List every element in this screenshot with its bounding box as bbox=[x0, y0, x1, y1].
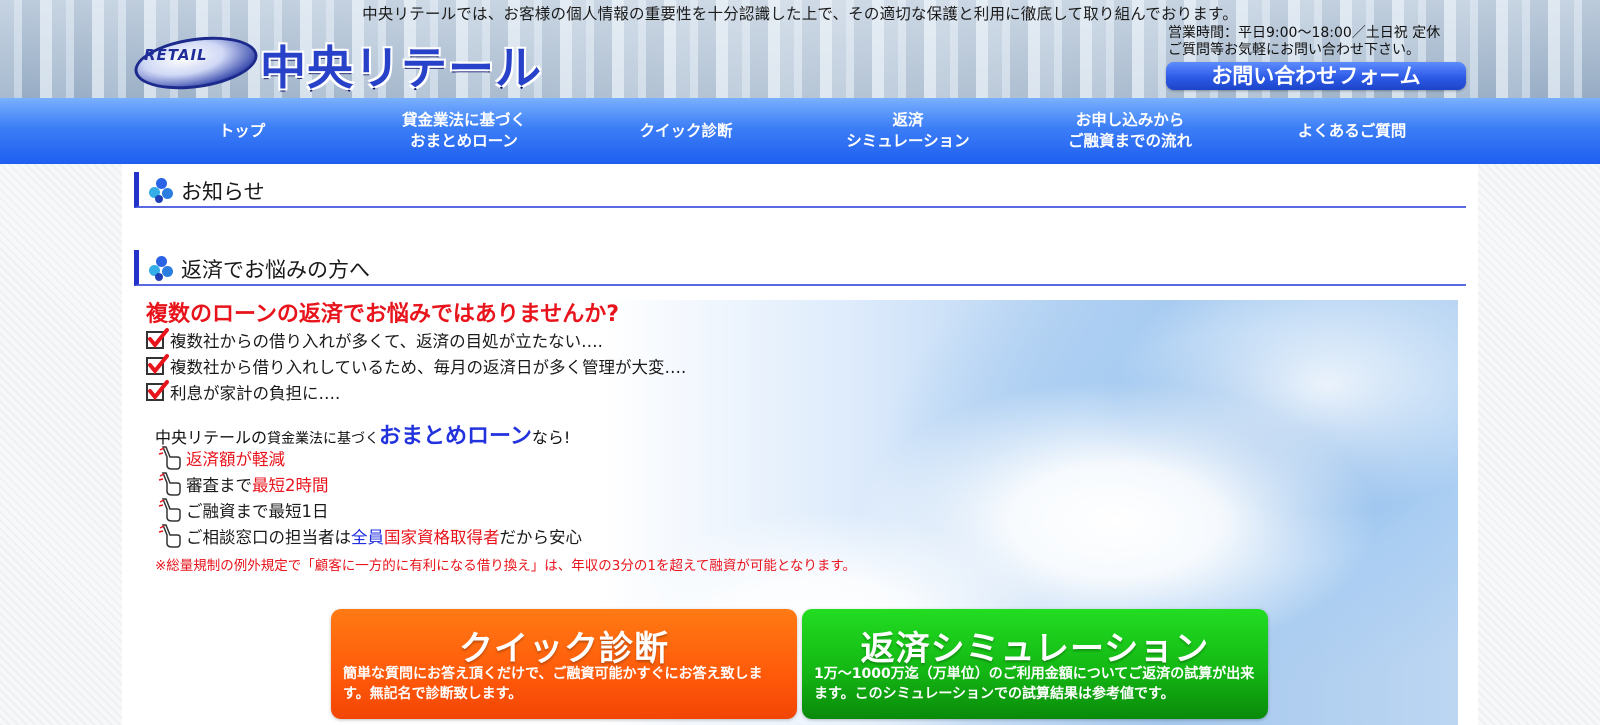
logo-name: 中央リテール bbox=[260, 41, 542, 95]
benefit-highlight-blue: 全員 bbox=[351, 528, 384, 547]
pointing-hand-icon bbox=[158, 472, 181, 496]
nav-item-faq[interactable]: よくあるご質問 bbox=[1241, 98, 1463, 164]
business-hours: 営業時間：平日9:00〜18:00／土日祝 定休 ご質問等お気軽にお問い合わせ下… bbox=[1168, 25, 1440, 59]
benefit-highlight: 最短2時間 bbox=[252, 476, 329, 495]
nav-item-repayment-simulation[interactable]: 返済 シミュレーション bbox=[797, 98, 1019, 164]
cta-title: クイック診断 bbox=[459, 629, 669, 669]
cta-description: 1万〜1000万迄（万単位）のご利用金額についてご返済の試算が出来ます。このシミ… bbox=[814, 666, 1255, 702]
nav-item-application-flow[interactable]: お申し込みから ご融資までの流れ bbox=[1019, 98, 1241, 164]
inquiry-line: ご質問等お気軽にお問い合わせ下さい。 bbox=[1168, 42, 1420, 58]
hero-question: 複数のローンの返済でお悩みではありませんか? bbox=[146, 302, 620, 327]
site-header: 中央リテールでは、お客様の個人情報の重要性を十分認識した上で、その適切な保護と利… bbox=[0, 0, 1600, 98]
check-item: 利息が家計の負担に…. bbox=[146, 380, 340, 404]
news-title: お知らせ bbox=[181, 180, 265, 204]
quick-diagnosis-button[interactable]: クイック診断 簡単な質問にお答え頂くだけで、ご融資可能かすぐにお答え致します。無… bbox=[331, 609, 797, 719]
check-text: 複数社から借り入れしているため、毎月の返済日が多く管理が大変…. bbox=[170, 358, 687, 377]
benefit-highlight-red: 国家資格取得者 bbox=[384, 528, 500, 547]
benefit-text: ご融資まで最短1日 bbox=[186, 502, 329, 521]
cta-description: 簡単な質問にお答え頂くだけで、ご融資可能かすぐにお答え致します。無記名で診断致し… bbox=[343, 666, 763, 702]
checkmark-icon bbox=[146, 354, 169, 375]
nav-item-quick-diagnosis[interactable]: クイック診断 bbox=[575, 98, 797, 164]
cta-title: 返済シミュレーション bbox=[860, 629, 1210, 669]
privacy-tagline: 中央リテールでは、お客様の個人情報の重要性を十分認識した上で、その適切な保護と利… bbox=[362, 5, 1238, 23]
hours-line: 営業時間：平日9:00〜18:00／土日祝 定休 bbox=[1168, 25, 1441, 41]
benefit-text: 返済額が軽減 bbox=[186, 450, 285, 469]
nav-item-consolidation-loan[interactable]: 貸金業法に基づく おまとめローン bbox=[353, 98, 575, 164]
benefit-item: ご融資まで最短1日 bbox=[158, 497, 329, 523]
benefit-item: 審査まで 最短2時間 bbox=[158, 471, 329, 497]
intro-product: おまとめローン bbox=[379, 424, 532, 449]
benefit-text: 審査まで bbox=[186, 476, 252, 495]
benefit-text: ご相談窓口の担当者は bbox=[186, 528, 351, 547]
check-text: 利息が家計の負担に…. bbox=[170, 384, 341, 403]
main-content: お知らせ 返済でお悩みの方へ 複数のローンの返済でお悩みではありませんか? 複数… bbox=[122, 164, 1478, 725]
check-item: 複数社からの借り入れが多くて、返済の目処が立たない…. bbox=[146, 328, 603, 352]
checkmark-icon bbox=[146, 380, 169, 401]
check-item: 複数社から借り入れしているため、毎月の返済日が多く管理が大変…. bbox=[146, 354, 686, 378]
benefit-suffix: だから安心 bbox=[499, 528, 583, 547]
heading-dots-icon bbox=[149, 256, 175, 282]
repayment-simulation-button[interactable]: 返済シミュレーション 1万〜1000万迄（万単位）のご利用金額についてご返済の試… bbox=[802, 609, 1268, 719]
news-section-heading: お知らせ bbox=[134, 172, 1466, 208]
benefit-item: ご相談窓口の担当者は 全員 国家資格取得者 だから安心 bbox=[158, 523, 582, 549]
benefit-item: 返済額が軽減 bbox=[158, 445, 285, 471]
contact-form-button[interactable]: お問い合わせフォーム bbox=[1166, 62, 1466, 90]
pointing-hand-icon bbox=[158, 498, 181, 522]
worry-title: 返済でお悩みの方へ bbox=[181, 258, 370, 282]
regulation-note: ※総量規制の例外規定で「顧客に一方的に有利になる借り換え」は、年収の3分の1を超… bbox=[155, 558, 857, 574]
heading-dots-icon bbox=[149, 178, 175, 204]
check-text: 複数社からの借り入れが多くて、返済の目処が立たない…. bbox=[170, 332, 603, 351]
main-nav: トップ 貸金業法に基づく おまとめローン クイック診断 返済 シミュレーション … bbox=[0, 98, 1600, 164]
worry-section-heading: 返済でお悩みの方へ bbox=[134, 250, 1466, 286]
site-logo[interactable]: RETAIL 中央リテール bbox=[131, 29, 560, 97]
checkmark-icon bbox=[146, 328, 169, 349]
pointing-hand-icon bbox=[158, 524, 181, 548]
nav-item-top[interactable]: トップ bbox=[131, 98, 353, 164]
logo-badge-text: RETAIL bbox=[144, 46, 208, 64]
pointing-hand-icon bbox=[158, 446, 181, 470]
intro-suffix: なら! bbox=[531, 428, 571, 447]
